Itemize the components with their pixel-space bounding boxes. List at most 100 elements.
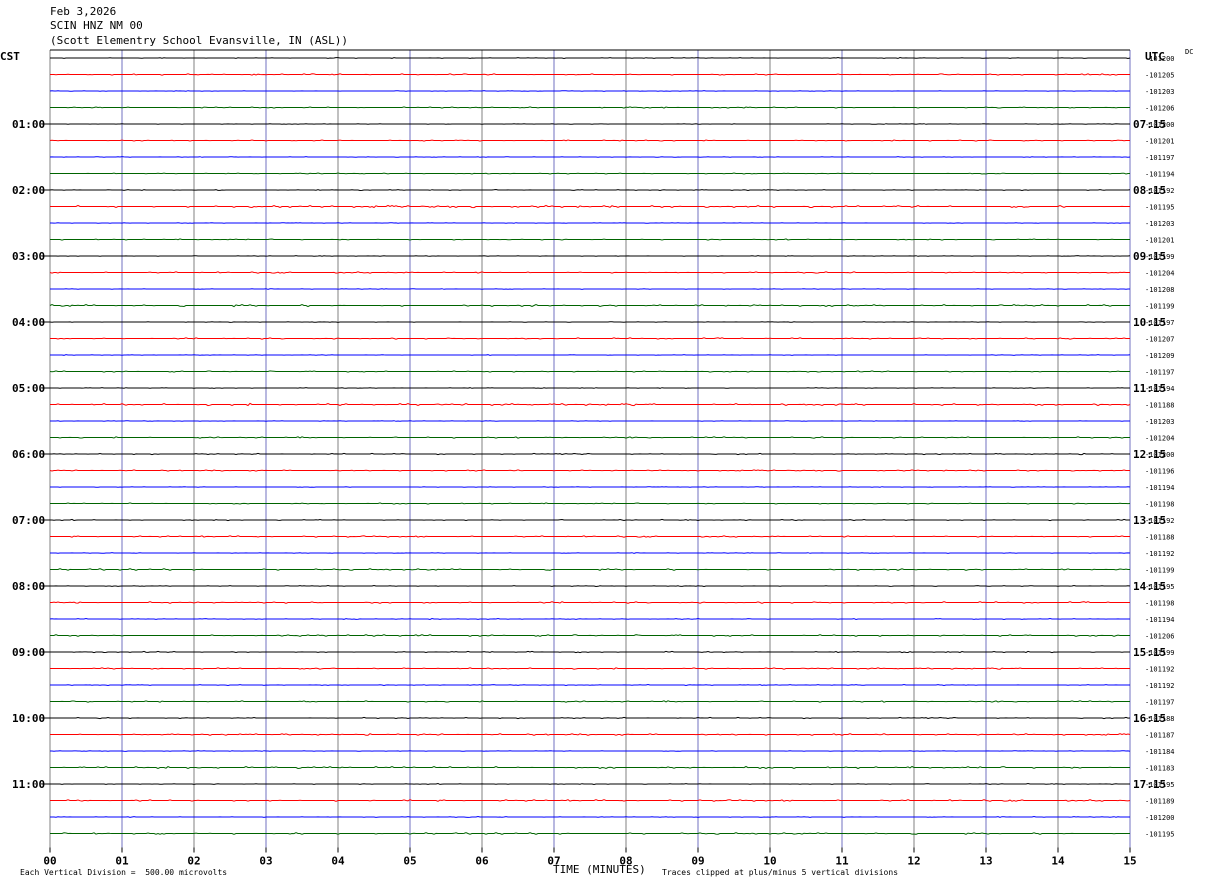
- trace-34: [50, 601, 1130, 604]
- dc-offset-label: -101184: [1145, 748, 1175, 756]
- clipping-note: Traces clipped at plus/minus 5 vertical …: [662, 868, 899, 877]
- x-tick-label: 15: [1123, 855, 1136, 868]
- dc-offset-label: -101207: [1145, 336, 1175, 344]
- trace-2: [50, 73, 1130, 76]
- trace-46: [50, 799, 1131, 802]
- dc-offset-label: -101201: [1145, 138, 1175, 146]
- dc-offset-label: -101197: [1145, 699, 1175, 707]
- dc-offset-label: -101206: [1145, 633, 1175, 641]
- x-tick-label: 05: [403, 855, 416, 868]
- trace-6: [49, 139, 1130, 142]
- trace-25: [50, 452, 1130, 456]
- right-time-label: 09:15: [1133, 250, 1166, 263]
- trace-22: [50, 402, 1131, 407]
- left-time-label: 01:00: [12, 118, 45, 131]
- x-tick-label: 01: [115, 855, 129, 868]
- x-tick-label: 06: [475, 855, 489, 868]
- dc-offset-label: -101199: [1145, 567, 1175, 575]
- left-time-label: 02:00: [12, 184, 45, 197]
- trace-19: [50, 354, 1131, 356]
- trace-9: [49, 188, 1131, 192]
- trace-21: [50, 387, 1130, 389]
- right-time-label: 13:15: [1133, 514, 1166, 527]
- x-tick-label: 04: [331, 855, 345, 868]
- trace-4: [50, 106, 1130, 109]
- trace-8: [50, 172, 1130, 175]
- trace-13: [50, 255, 1131, 257]
- dc-offset-label: -101200: [1145, 814, 1175, 822]
- x-tick-label: 14: [1051, 855, 1065, 868]
- trace-3: [49, 90, 1130, 92]
- dc-offset-label: -101208: [1145, 286, 1175, 294]
- trace-17: [49, 321, 1130, 323]
- dc-offset-label: -101195: [1145, 204, 1175, 212]
- dc-offset-label: -101203: [1145, 88, 1175, 96]
- trace-38: [50, 667, 1130, 670]
- trace-12: [50, 238, 1130, 241]
- dc-offset-label: -101205: [1145, 72, 1175, 80]
- right-time-label: 12:15: [1133, 448, 1166, 461]
- x-tick-label: 10: [763, 855, 776, 868]
- dc-offset-label: -101194: [1145, 171, 1175, 179]
- seismogram-plot: 00 01 02 03 04 05 06 07 08 09 10 11 12 13 14 15 -101200…: [12, 49, 1175, 868]
- left-time-label: 05:00: [12, 382, 45, 395]
- dc-offset-label: -101196: [1145, 468, 1175, 476]
- trace-24: [50, 436, 1130, 439]
- trace-37: [50, 650, 1130, 654]
- left-time-label: 06:00: [12, 448, 45, 461]
- dc-offset-label: -101197: [1145, 369, 1175, 377]
- left-time-label: 11:00: [12, 778, 45, 791]
- dc-offset-label: -101189: [1145, 798, 1175, 806]
- right-time-label: 17:15: [1133, 778, 1166, 791]
- trace-26: [49, 469, 1130, 472]
- right-time-label: 16:15: [1133, 712, 1166, 725]
- trace-16: [49, 303, 1130, 308]
- trace-45: [50, 782, 1130, 786]
- trace-39: [50, 683, 1130, 687]
- x-tick-label: 03: [259, 855, 272, 868]
- dc-offset-label: -101200: [1145, 55, 1175, 63]
- trace-27: [50, 486, 1131, 488]
- trace-36: [50, 634, 1130, 637]
- trace-31: [50, 552, 1131, 554]
- trace-7: [49, 156, 1131, 158]
- dc-offset-label: -101183: [1145, 765, 1175, 773]
- trace-14: [49, 271, 1130, 274]
- left-time-label: 08:00: [12, 580, 45, 593]
- trace-40: [50, 700, 1130, 703]
- right-time-label: 14:15: [1133, 580, 1166, 593]
- x-tick-label: 13: [979, 855, 992, 868]
- dc-offset-label: -101192: [1145, 666, 1175, 674]
- vertical-division-note: Each Vertical Division = 500.00 microvol…: [20, 868, 228, 877]
- dc-offset-label: -101192: [1145, 550, 1175, 558]
- dc-offset-label: -101194: [1145, 616, 1175, 624]
- x-tick-label: 02: [187, 855, 200, 868]
- left-time-label: 03:00: [12, 250, 45, 263]
- vertical-gridlines: [49, 49, 1131, 848]
- x-tick-label: 12: [907, 855, 920, 868]
- trace-48: [50, 832, 1130, 835]
- dc-offset-label: -101199: [1145, 303, 1175, 311]
- dc-offset-label: -101198: [1145, 501, 1175, 509]
- left-time-label: 10:00: [12, 712, 45, 725]
- trace-47: [50, 815, 1130, 818]
- trace-32: [50, 568, 1130, 571]
- dc-offset-label: -101209: [1145, 352, 1175, 360]
- right-time-label: 15:15: [1133, 646, 1166, 659]
- dc-offset-label: -101192: [1145, 682, 1175, 690]
- dc-offset-label: -101188: [1145, 402, 1175, 410]
- left-time-label: 07:00: [12, 514, 45, 527]
- left-time-label: 09:00: [12, 646, 45, 659]
- dc-offset-label: -101195: [1145, 831, 1175, 839]
- trace-33: [50, 584, 1131, 588]
- trace-41: [50, 716, 1131, 720]
- x-tick-label: 11: [835, 855, 849, 868]
- dc-offset-label: -101203: [1145, 418, 1175, 426]
- dc-offset-label: -101194: [1145, 484, 1175, 492]
- trace-1: [50, 56, 1131, 60]
- right-time-label: 08:15: [1133, 184, 1166, 197]
- trace-group: [49, 56, 1131, 835]
- dc-offset-label: -101206: [1145, 105, 1175, 113]
- trace-15: [50, 288, 1130, 290]
- dc-offset-label: -101201: [1145, 237, 1175, 245]
